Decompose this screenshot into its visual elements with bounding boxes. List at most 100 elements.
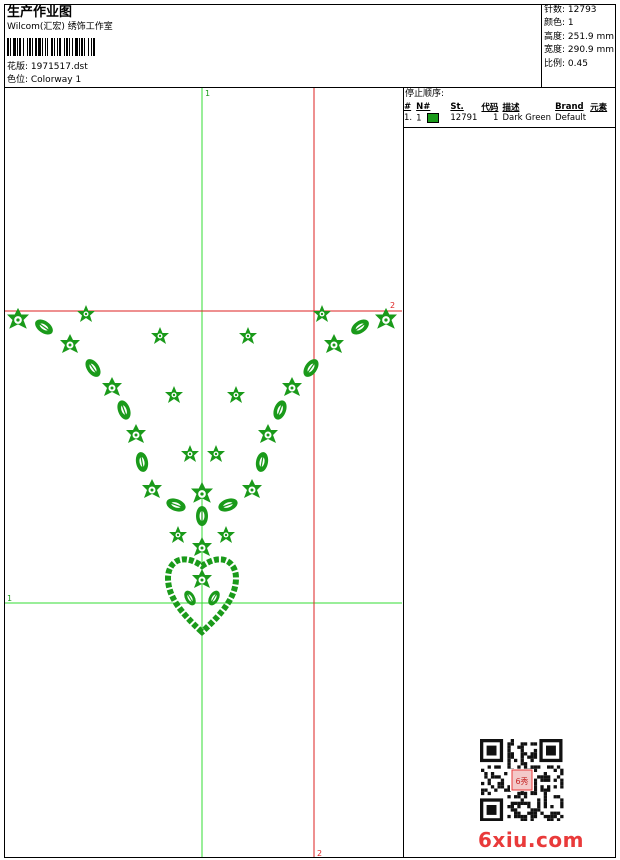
qr-module [523,762,528,766]
qr-module [507,758,511,763]
qr-module [530,814,534,819]
qr-module [517,811,521,815]
qr-module [497,785,501,789]
qr-module [530,765,534,769]
qr-module [560,801,564,805]
qr-module [530,752,534,756]
qr-module [533,768,538,772]
qr-module [494,765,498,769]
motif-star [324,334,344,353]
qr-module [547,814,551,819]
qr-module [500,781,505,786]
qr-module [517,765,521,769]
qr-module [540,788,544,792]
qr-code: 6秀 [480,739,565,821]
qr-module [560,772,564,776]
qr-module [510,808,514,812]
qr-module [533,755,538,759]
qr-module [540,778,544,782]
motif-leaf [181,588,199,608]
qr-module [547,818,551,821]
motif-leaf [81,355,105,381]
qr-module [520,762,524,766]
qr-module [497,765,501,769]
qr-module [517,814,521,819]
qr-module [547,775,551,779]
qr-module [530,755,534,759]
qr-module [537,808,541,812]
qr-module [523,742,528,746]
qr-module [520,818,524,821]
qr-module [507,745,511,749]
qr-module [514,811,518,815]
qr-module [543,775,547,779]
qr-module [481,791,485,796]
qr-module [481,781,485,786]
qr-module [520,801,524,805]
qr-module [543,772,547,776]
qr-module [514,795,518,799]
qr-module [527,805,531,809]
motif-flower [313,305,331,322]
qr-module [523,752,528,756]
motif-flower [77,305,95,322]
motif-star [258,424,278,443]
qr-module [510,742,514,746]
motif-flower [169,526,187,543]
qr-module [514,801,518,805]
qr-module [507,805,511,809]
motif-leaf [31,315,57,339]
qr-module [514,814,518,819]
qr-module [540,785,544,789]
qr-module [487,765,491,769]
qr-module [556,811,561,815]
motif-star [242,479,262,498]
qr-module [507,762,511,766]
qr-module [553,811,557,815]
qr-module [507,752,511,756]
qr-module [500,785,505,789]
qr-module [537,765,541,769]
qr-module [560,805,564,809]
qr-module [490,772,495,776]
qr-module [523,765,528,769]
qr-module [507,742,511,746]
qr-module [530,791,534,796]
embroidery-preview: 1 1 2 2 [5,88,402,858]
qr-module [537,798,541,802]
qr-module [510,739,514,743]
qr-module [550,805,554,809]
qr-module [487,778,491,782]
motif-leaf [205,588,223,608]
qr-module [514,808,518,812]
qr-module [520,752,524,756]
qr-module [523,814,528,819]
qr-module [550,811,554,815]
qr-module [533,811,538,815]
qr-module [550,814,554,819]
qr-module [504,772,508,776]
qr-module [510,752,514,756]
qr-module [500,778,505,782]
qr-module [527,801,531,805]
qr-module [523,791,528,796]
motif-flower [227,386,245,403]
qr-module [533,814,538,819]
qr-module [517,791,521,796]
qr-module [540,775,544,779]
guide-label-h2: 2 [390,301,395,310]
motif-flower [239,327,257,344]
motif-flower [217,526,235,543]
qr-module [543,788,547,792]
motif-flower [207,445,225,462]
qr-module [487,781,491,786]
qr-module [533,742,538,746]
qr-module [507,814,511,819]
qr-module [553,785,557,789]
qr-module [520,742,524,746]
qr-module [517,801,521,805]
qr-module [520,748,524,753]
qr-module [533,788,538,792]
qr-module [547,788,551,792]
qr-module [504,788,508,792]
